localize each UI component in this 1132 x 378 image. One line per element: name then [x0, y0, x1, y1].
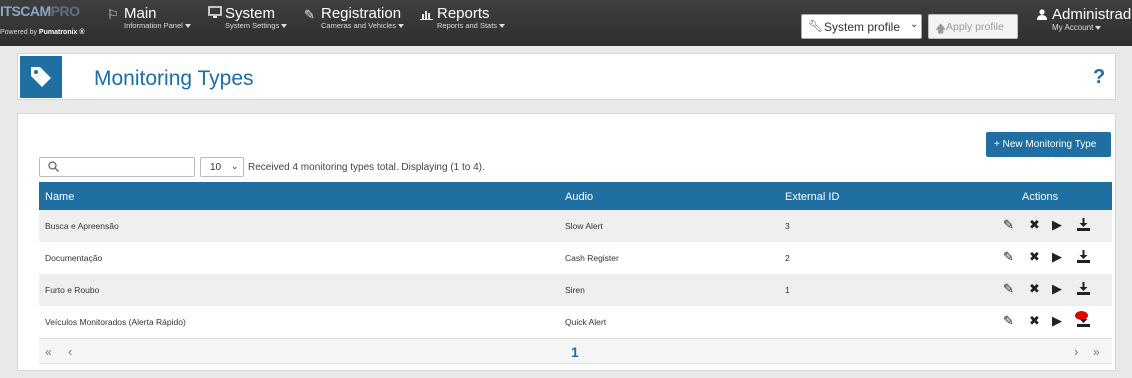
new-monitoring-type-label: + New Monitoring Type: [994, 139, 1097, 150]
search-field[interactable]: [39, 157, 195, 177]
page-title: Monitoring Types: [94, 67, 254, 90]
cell-name: Furto e Roubo: [45, 285, 100, 295]
nav-main[interactable]: ⚐ Main Information Panel: [107, 5, 191, 41]
profile-select-value: System profile: [824, 20, 901, 34]
row-actions: ✎ ✖ ▶: [1003, 248, 1107, 268]
tag-icon: [20, 56, 62, 98]
current-page[interactable]: 1: [571, 344, 579, 360]
account-subtitle: My Account: [1052, 23, 1102, 32]
caret-down-icon: [1095, 25, 1102, 30]
cell-external-id: 2: [785, 253, 790, 263]
help-icon[interactable]: ?: [1093, 66, 1105, 89]
apply-profile-button[interactable]: 🡅 Apply profile: [928, 14, 1018, 39]
pagination: « ‹ 1 › »: [39, 338, 1112, 364]
table-header: Name Audio External ID Actions: [39, 182, 1112, 210]
chevron-down-icon: ⌄: [910, 19, 919, 30]
bar-chart-icon: [420, 8, 433, 23]
account-menu[interactable]: Administrador My Account: [1033, 6, 1132, 40]
page-size-value: 10: [210, 162, 222, 173]
nav-registration-title: Registration: [321, 5, 402, 22]
page-header: Monitoring Types ?: [17, 53, 1116, 100]
nav-reports-title: Reports: [437, 5, 490, 22]
wrench-icon: 🔧︎: [808, 19, 824, 33]
edit-icon[interactable]: ✎: [1003, 282, 1014, 295]
nav-system[interactable]: System System Settings: [208, 5, 293, 41]
caret-down-icon: [398, 24, 405, 29]
delete-icon[interactable]: ✖: [1029, 282, 1040, 295]
user-icon: [1037, 9, 1047, 23]
arrow-up-icon: 🡅: [935, 23, 947, 35]
edit-icon: ✎: [304, 7, 315, 22]
download-icon[interactable]: [1077, 250, 1090, 265]
column-header-external-id[interactable]: External ID: [785, 191, 839, 203]
monitor-icon: [208, 6, 222, 22]
column-header-actions: Actions: [1022, 191, 1059, 203]
row-actions: ✎ ✖ ▶: [1003, 280, 1107, 300]
delete-icon[interactable]: ✖: [1029, 314, 1040, 327]
nav-reports-subtitle: Reports and Stats: [437, 21, 506, 30]
chevron-down-icon: ⌄: [231, 161, 239, 171]
caret-down-icon: [184, 24, 191, 29]
logo-text: ITSCAMPRO: [0, 3, 80, 19]
nav-reports[interactable]: Reports Reports and Stats: [420, 5, 515, 41]
cursor-marker: [1075, 311, 1088, 320]
play-icon[interactable]: ▶: [1052, 218, 1062, 231]
edit-icon[interactable]: ✎: [1003, 218, 1014, 231]
nav-system-title: System: [225, 5, 276, 22]
nav-system-subtitle: System Settings: [225, 21, 288, 30]
play-icon[interactable]: ▶: [1052, 250, 1062, 263]
top-navbar: ITSCAMPRO Powered by Pumatronix ® ⚐ Main…: [0, 0, 1132, 46]
powered-by-text: Powered by Pumatronix ®: [0, 29, 85, 36]
caret-down-icon: [281, 24, 288, 29]
cell-name: Documentação: [45, 253, 103, 263]
cell-name: Veículos Monitorados (Alerta Rápido): [45, 317, 186, 327]
row-actions: ✎ ✖ ▶: [1003, 312, 1107, 332]
edit-icon[interactable]: ✎: [1003, 250, 1014, 263]
download-icon[interactable]: [1077, 282, 1090, 297]
page-size-select[interactable]: 10 ⌄: [200, 157, 244, 177]
cell-audio: Quick Alert: [565, 317, 607, 327]
cell-external-id: 3: [785, 221, 790, 231]
delete-icon[interactable]: ✖: [1029, 218, 1040, 231]
play-icon[interactable]: ▶: [1052, 282, 1062, 295]
cell-audio: Slow Alert: [565, 221, 603, 231]
cell-audio: Cash Register: [565, 253, 619, 263]
column-header-name[interactable]: Name: [45, 191, 74, 203]
search-icon: [48, 161, 59, 175]
table-row[interactable]: Veículos Monitorados (Alerta Rápido) Qui…: [39, 306, 1112, 338]
next-page-button[interactable]: ›: [1074, 344, 1078, 359]
first-page-button[interactable]: «: [45, 345, 52, 359]
caret-down-icon: [499, 24, 506, 29]
cell-name: Busca e Apreensão: [45, 221, 119, 231]
content-panel: + New Monitoring Type 10 ⌄ Received 4 mo…: [17, 113, 1116, 371]
search-input[interactable]: [64, 160, 190, 174]
column-header-audio[interactable]: Audio: [565, 191, 593, 203]
account-name: Administrador: [1052, 6, 1132, 23]
apply-profile-label: Apply profile: [946, 21, 1004, 33]
nav-main-subtitle: Information Panel: [124, 21, 191, 30]
last-page-button[interactable]: »: [1093, 345, 1100, 359]
play-icon[interactable]: ▶: [1052, 314, 1062, 327]
cell-external-id: 1: [785, 285, 790, 295]
row-actions: ✎ ✖ ▶: [1003, 216, 1107, 236]
nav-main-title: Main: [124, 5, 157, 22]
prev-page-button[interactable]: ‹: [68, 344, 72, 359]
table-row[interactable]: Furto e Roubo Siren 1 ✎ ✖ ▶: [39, 274, 1112, 306]
nav-registration-subtitle: Cameras and Vehicles: [321, 21, 405, 30]
table-row[interactable]: Busca e Apreensão Slow Alert 3 ✎ ✖ ▶: [39, 210, 1112, 242]
download-icon[interactable]: [1077, 218, 1090, 233]
new-monitoring-type-button[interactable]: + New Monitoring Type: [986, 132, 1111, 157]
delete-icon[interactable]: ✖: [1029, 250, 1040, 263]
profile-select[interactable]: 🔧︎ System profile ⌄: [801, 14, 922, 39]
edit-icon[interactable]: ✎: [1003, 314, 1014, 327]
flag-icon: ⚐: [107, 7, 119, 22]
table-row[interactable]: Documentação Cash Register 2 ✎ ✖ ▶: [39, 242, 1112, 274]
nav-registration[interactable]: ✎ Registration Cameras and Vehicles: [304, 5, 409, 41]
cell-audio: Siren: [565, 285, 585, 295]
brand-logo[interactable]: ITSCAMPRO Powered by Pumatronix ®: [0, 0, 98, 46]
results-info: Received 4 monitoring types total. Displ…: [248, 162, 485, 173]
